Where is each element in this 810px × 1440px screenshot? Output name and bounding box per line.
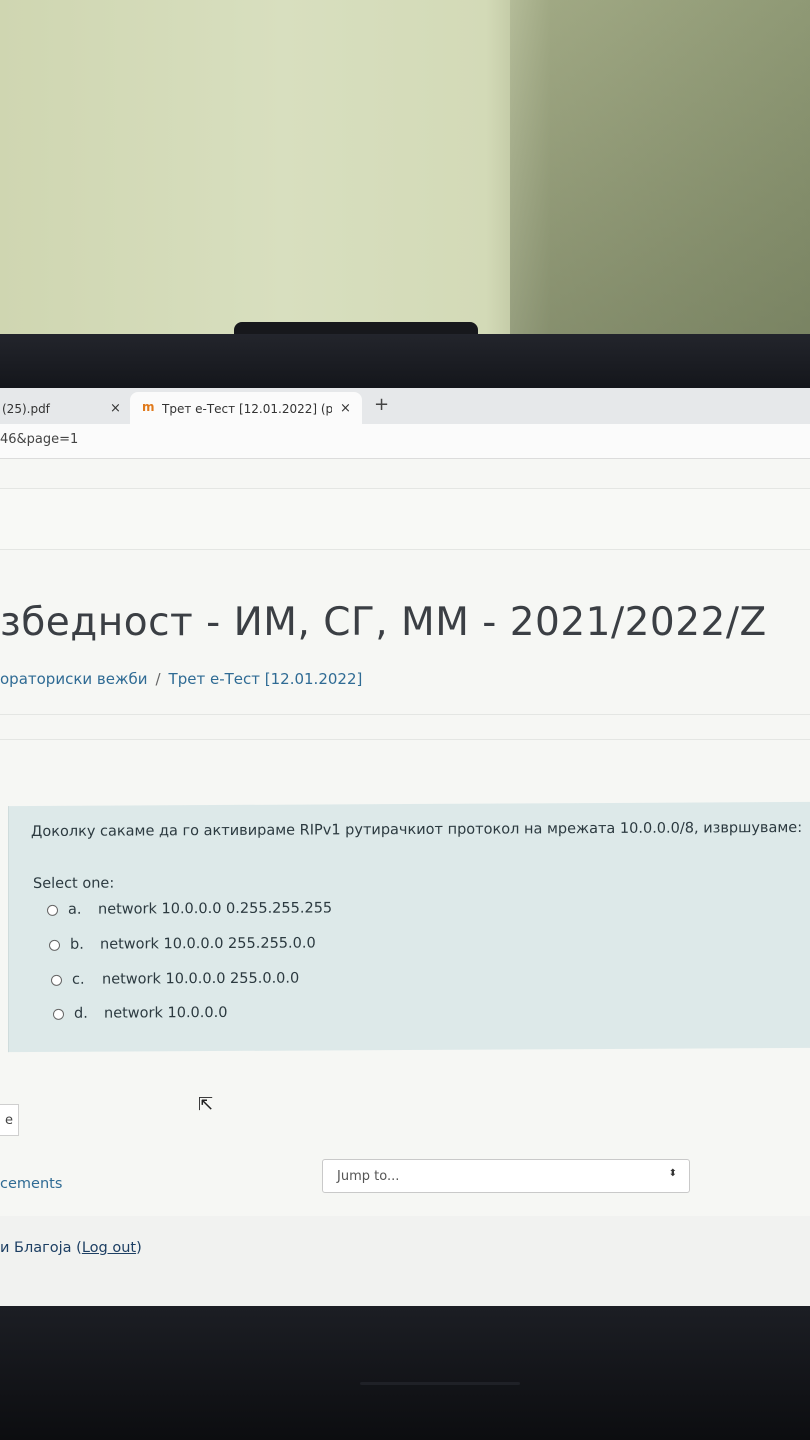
breadcrumb-item-quiz[interactable]: Трет е-Тест [12.01.2022]	[169, 670, 363, 688]
mouse-pointer-icon: ⇱	[198, 1094, 214, 1115]
question-box: Доколку сакаме да го активираме RIPv1 ру…	[8, 801, 810, 1053]
radio-button[interactable]	[53, 1008, 64, 1020]
option-letter: d.	[74, 1005, 88, 1022]
browser-tab-bar: (25).pdf × m Трет е-Тест [12.01.2022] (p…	[0, 388, 810, 424]
jump-to-select[interactable]: Jump to... ⬍	[322, 1159, 690, 1193]
option-letter: b.	[70, 936, 84, 953]
bezel-reflection	[360, 1382, 520, 1385]
option-text: network 10.0.0.0 0.255.255.255	[98, 900, 333, 918]
question-text: Доколку сакаме да го активираме RIPv1 ру…	[31, 819, 803, 840]
radio-button[interactable]	[51, 974, 62, 986]
logout-link[interactable]: Log out	[82, 1240, 136, 1256]
announcements-link[interactable]: cements	[0, 1176, 62, 1192]
option-letter: a.	[68, 901, 82, 918]
option-text: network 10.0.0.0 255.255.0.0	[100, 935, 316, 953]
logged-in-user: и Благоја (Log out)	[0, 1240, 142, 1256]
jump-to-label: Jump to...	[337, 1169, 400, 1184]
monitor-screen: (25).pdf × m Трет е-Тест [12.01.2022] (p…	[0, 388, 810, 1306]
tab-quiz-close-icon[interactable]: ×	[340, 401, 351, 416]
option-letter: c.	[72, 971, 85, 988]
radio-button[interactable]	[47, 904, 58, 916]
address-bar[interactable]: 46&page=1	[0, 424, 810, 459]
answer-option-d[interactable]: d. network 10.0.0.0	[53, 1005, 227, 1022]
monitor-bezel-top	[0, 334, 810, 388]
content-divider-band	[0, 714, 810, 740]
option-text: network 10.0.0.0 255.0.0.0	[102, 970, 300, 988]
monitor-bezel-bottom	[0, 1306, 810, 1440]
answer-option-a[interactable]: a. network 10.0.0.0 0.255.255.255	[47, 900, 333, 918]
breadcrumb-item-labs[interactable]: ораториски вежби	[0, 670, 147, 688]
tab-quiz-label: Трет е-Тест [12.01.2022] (page 2	[162, 402, 332, 416]
radio-button[interactable]	[49, 939, 60, 951]
room-wall-shadow	[510, 0, 810, 336]
moodle-favicon-icon: m	[142, 400, 155, 414]
tab-pdf[interactable]: (25).pdf ×	[0, 392, 130, 424]
tab-pdf-label: (25).pdf	[2, 402, 50, 416]
tab-pdf-close-icon[interactable]: ×	[110, 401, 121, 416]
previous-activity-button[interactable]: e	[0, 1104, 19, 1136]
breadcrumb-separator: /	[155, 670, 161, 688]
course-title: збедност - ИМ, СГ, ММ - 2021/2022/Z	[0, 600, 767, 645]
select-one-label: Select one:	[33, 875, 115, 892]
page-footer: и Благоја (Log out)	[0, 1216, 810, 1306]
tab-quiz[interactable]: m Трет е-Тест [12.01.2022] (page 2 ×	[130, 392, 362, 424]
page-header-band	[0, 488, 810, 550]
answer-option-b[interactable]: b. network 10.0.0.0 255.255.0.0	[49, 935, 316, 953]
select-arrows-icon: ⬍	[668, 1168, 677, 1179]
option-text: network 10.0.0.0	[104, 1004, 228, 1022]
answer-option-c[interactable]: c. network 10.0.0.0 255.0.0.0	[51, 971, 299, 988]
breadcrumb: ораториски вежби / Трет е-Тест [12.01.2022…	[0, 670, 362, 688]
address-bar-url: 46&page=1	[0, 432, 79, 447]
new-tab-plus-icon[interactable]: +	[374, 394, 389, 415]
user-name[interactable]: и Благоја	[0, 1240, 72, 1256]
